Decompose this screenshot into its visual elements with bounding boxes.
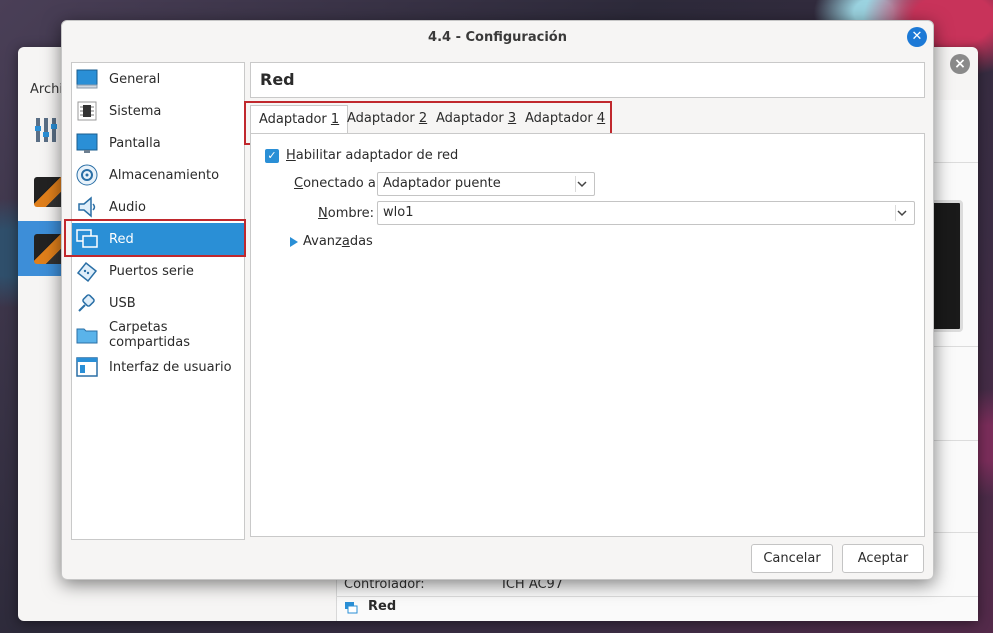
enable-adapter-label[interactable]: Habilitar adaptador de red <box>286 148 458 163</box>
sidebar-item-label: Almacenamiento <box>109 167 220 183</box>
annotation-highlight-sidebar <box>64 219 246 257</box>
sidebar-item-label: Audio <box>109 199 146 215</box>
network-icon <box>344 601 358 615</box>
sidebar-item-user-interface[interactable]: Interfaz de usuario <box>72 351 244 383</box>
vm-icon[interactable] <box>34 177 64 207</box>
name-label: Nombre: <box>318 206 375 221</box>
sidebar-item-label: Carpetas compartidas <box>109 320 191 350</box>
settings-dialog: 4.4 - Configuración ✕ General Sistema Pa… <box>61 20 934 580</box>
chip-icon <box>75 99 99 123</box>
divider <box>336 596 978 597</box>
name-select[interactable]: wlo1 <box>377 201 915 225</box>
sidebar-item-system[interactable]: Sistema <box>72 95 244 127</box>
vm-preview <box>930 200 963 332</box>
accept-button[interactable]: Aceptar <box>842 544 924 573</box>
vm-icon[interactable] <box>34 234 64 264</box>
enable-adapter-checkbox[interactable]: ✓ <box>265 149 279 163</box>
attached-to-select[interactable]: Adaptador puente <box>377 172 595 196</box>
close-icon[interactable]: ✕ <box>907 27 927 47</box>
advanced-toggle[interactable]: Avanzadas <box>303 234 373 249</box>
page-title: Red <box>250 62 925 98</box>
speaker-icon <box>75 195 99 219</box>
general-icon <box>75 67 99 91</box>
sidebar-item-usb[interactable]: USB <box>72 287 244 319</box>
sidebar-item-label: Interfaz de usuario <box>109 359 232 375</box>
sidebar-item-display[interactable]: Pantalla <box>72 127 244 159</box>
sidebar-item-label: Sistema <box>109 103 162 119</box>
expand-triangle-icon[interactable] <box>289 236 299 247</box>
main-window-menu-file[interactable]: Archi <box>30 82 63 97</box>
disk-icon <box>75 163 99 187</box>
sidebar-item-label: Pantalla <box>109 135 161 151</box>
details-section-title: Red <box>368 599 397 614</box>
monitor-icon <box>75 131 99 155</box>
sidebar-item-label: General <box>109 71 161 87</box>
main-window-close-icon[interactable]: × <box>950 54 970 74</box>
usb-icon <box>75 291 99 315</box>
dialog-title: 4.4 - Configuración <box>428 30 567 45</box>
tools-icon[interactable] <box>34 116 64 146</box>
settings-sidebar: General Sistema Pantalla Almacenamiento … <box>71 62 245 540</box>
sidebar-item-shared-folders[interactable]: Carpetas compartidas <box>72 319 244 351</box>
chevron-down-icon <box>577 181 587 188</box>
chevron-down-icon <box>897 210 907 217</box>
sidebar-item-storage[interactable]: Almacenamiento <box>72 159 244 191</box>
sidebar-item-serial-ports[interactable]: Puertos serie <box>72 255 244 287</box>
sidebar-item-general[interactable]: General <box>72 63 244 95</box>
window-icon <box>75 355 99 379</box>
adapter-panel: ✓ Habilitar adaptador de red Conectado a… <box>250 133 925 537</box>
sidebar-item-label: USB <box>109 295 136 311</box>
attached-to-label: Conectado a: <box>294 176 381 191</box>
sidebar-item-label: Puertos serie <box>109 263 194 279</box>
shared-folder-icon <box>75 323 99 347</box>
cancel-button[interactable]: Cancelar <box>751 544 833 573</box>
serial-port-icon <box>75 259 99 283</box>
